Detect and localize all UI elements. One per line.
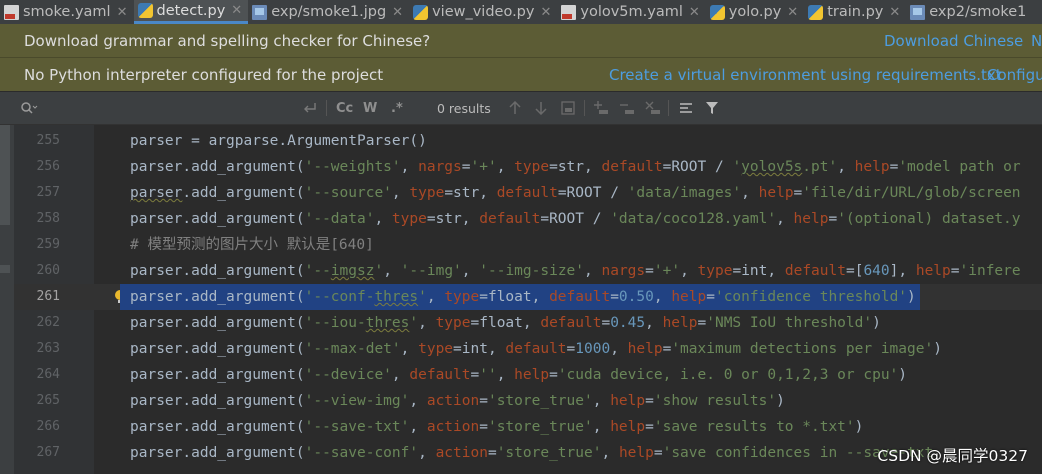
code-text: parser.add_argument('--save-conf', actio… — [130, 445, 934, 461]
tab-smoke-yaml[interactable]: smoke.yaml ✕ — [0, 0, 134, 24]
tab-label: train.py — [827, 4, 884, 20]
yaml-file-icon — [4, 4, 19, 20]
interpreter-banner: No Python interpreter configured for the… — [0, 58, 1042, 91]
tab-train-py[interactable]: train.py ✕ — [804, 0, 906, 24]
python-file-icon — [808, 4, 824, 20]
tool-window-strip — [0, 125, 14, 474]
line-number: 261 — [36, 289, 60, 304]
line-number: 267 — [36, 445, 60, 460]
regex-toggle[interactable]: .* — [391, 92, 403, 124]
close-icon[interactable]: ✕ — [889, 5, 900, 20]
line-number: 260 — [36, 263, 60, 278]
code-line: 263 parser.add_argument('--max-det', typ… — [14, 336, 1042, 362]
download-chinese-link[interactable]: Download Chinese — [884, 32, 1023, 50]
close-icon[interactable]: ✕ — [540, 5, 551, 20]
arrow-down-icon[interactable] — [535, 92, 547, 124]
code-text: parser.add_argument('--data', type=str, … — [130, 211, 1021, 227]
tab-label: exp/smoke1.jpg — [271, 4, 387, 20]
tab-yolov5m-yaml[interactable]: yolov5m.yaml ✕ — [557, 0, 705, 24]
line-number: 265 — [36, 393, 60, 408]
close-icon[interactable]: ✕ — [689, 5, 700, 20]
code-line: 260 parser.add_argument('--imgsz', '--im… — [14, 258, 1042, 284]
code-text: parser.add_argument('--iou-thres', type=… — [130, 315, 881, 331]
find-bar: Cc W .* 0 results — [0, 92, 1042, 125]
code-text: parser.add_argument('--view-img', action… — [130, 393, 785, 409]
remove-occurrence-icon[interactable] — [619, 92, 635, 124]
line-number: 262 — [36, 315, 60, 330]
match-case-toggle[interactable]: Cc — [336, 92, 353, 124]
tab-view-video-py[interactable]: view_video.py ✕ — [409, 0, 557, 24]
code-line: 264 parser.add_argument('--device', defa… — [14, 362, 1042, 388]
code-line-current: 261 parser.add_argument('--conf-thres', … — [14, 284, 1042, 310]
banner-message: Download grammar and spelling checker fo… — [24, 31, 431, 50]
code-line: 256 parser.add_argument('--weights', nar… — [14, 154, 1042, 180]
words-toggle[interactable]: W — [363, 92, 377, 124]
selected-code-text: parser.add_argument('--conf-thres', type… — [120, 284, 920, 310]
code-text: parser.add_argument('--source', type=str… — [130, 185, 1021, 201]
code-text: parser.add_argument('--weights', nargs='… — [130, 159, 1021, 175]
grammar-checker-banner: Download grammar and spelling checker fo… — [0, 24, 1042, 58]
code-line: 259 # 模型预测的图片大小 默认是[640] — [14, 232, 1042, 258]
tab-yolo-py[interactable]: yolo.py ✕ — [706, 0, 804, 24]
select-all-occurrences-icon[interactable] — [561, 92, 575, 124]
tab-detect-py[interactable]: detect.py ✕ — [133, 0, 249, 24]
editor-tab-bar: smoke.yaml ✕ detect.py ✕ exp/smoke1.jpg … — [0, 0, 1042, 25]
code-text: parser = argparse.ArgumentParser() — [130, 133, 427, 149]
line-number: 263 — [36, 341, 60, 356]
line-number: 255 — [36, 133, 60, 148]
tab-label: yolo.py — [728, 4, 782, 20]
line-number: 257 — [36, 185, 60, 200]
code-text: parser.add_argument('--max-det', type=in… — [130, 341, 942, 357]
line-number: 258 — [36, 211, 60, 226]
add-occurrence-icon[interactable] — [593, 92, 609, 124]
search-input[interactable] — [40, 92, 310, 124]
code-text: parser.add_argument('--imgsz', '--img', … — [130, 263, 1021, 279]
filter-lines-icon[interactable] — [679, 92, 693, 124]
watermark: CSDN @晨同学0327 — [877, 447, 1028, 465]
line-number: 266 — [36, 419, 60, 434]
tab-exp2-smoke1[interactable]: exp2/smoke1 — [906, 0, 1032, 24]
close-icon[interactable]: ✕ — [392, 5, 403, 20]
tab-label: exp2/smoke1 — [929, 4, 1027, 20]
exclude-occurrence-icon[interactable] — [645, 92, 661, 124]
arrow-up-icon[interactable] — [509, 92, 521, 124]
code-line: 266 parser.add_argument('--save-txt', ac… — [14, 414, 1042, 440]
search-results-count: 0 results — [437, 100, 491, 116]
code-text: parser.add_argument('--device', default=… — [130, 367, 908, 383]
line-number: 259 — [36, 237, 60, 252]
yaml-file-icon — [561, 4, 577, 20]
python-file-icon — [413, 4, 429, 20]
code-comment: # 模型预测的图片大小 默认是[640] — [130, 237, 374, 253]
image-file-icon — [252, 4, 268, 20]
close-icon[interactable]: ✕ — [231, 3, 242, 18]
code-line: 255 parser = argparse.ArgumentParser() — [14, 128, 1042, 154]
banner-secondary-link[interactable]: N — [1031, 32, 1042, 50]
code-line: 257 parser.add_argument('--source', type… — [14, 180, 1042, 206]
line-number: 256 — [36, 159, 60, 174]
tab-label: smoke.yaml — [23, 4, 111, 20]
newline-icon[interactable] — [303, 92, 317, 124]
tab-label: yolov5m.yaml — [580, 4, 683, 20]
close-icon[interactable]: ✕ — [117, 5, 128, 20]
search-icon[interactable] — [20, 92, 38, 124]
code-line: 258 parser.add_argument('--data', type=s… — [14, 206, 1042, 232]
create-venv-link[interactable]: Create a virtual environment using requi… — [609, 66, 1002, 84]
tab-label: detect.py — [156, 2, 226, 19]
code-line: 262 parser.add_argument('--iou-thres', t… — [14, 310, 1042, 336]
tab-label: view_video.py — [432, 4, 535, 20]
image-file-icon — [910, 4, 926, 20]
tab-exp-smoke1-jpg[interactable]: exp/smoke1.jpg ✕ — [248, 0, 409, 24]
python-file-icon — [709, 4, 725, 20]
code-line: 265 parser.add_argument('--view-img', ac… — [14, 388, 1042, 414]
python-file-icon — [137, 3, 153, 18]
filter-icon[interactable] — [705, 92, 719, 124]
banner-message: No Python interpreter configured for the… — [24, 65, 384, 84]
configure-interpreter-link[interactable]: Configu — [987, 66, 1042, 84]
code-text: parser.add_argument('--save-txt', action… — [130, 419, 864, 435]
line-number: 264 — [36, 367, 60, 382]
close-icon[interactable]: ✕ — [787, 5, 798, 20]
